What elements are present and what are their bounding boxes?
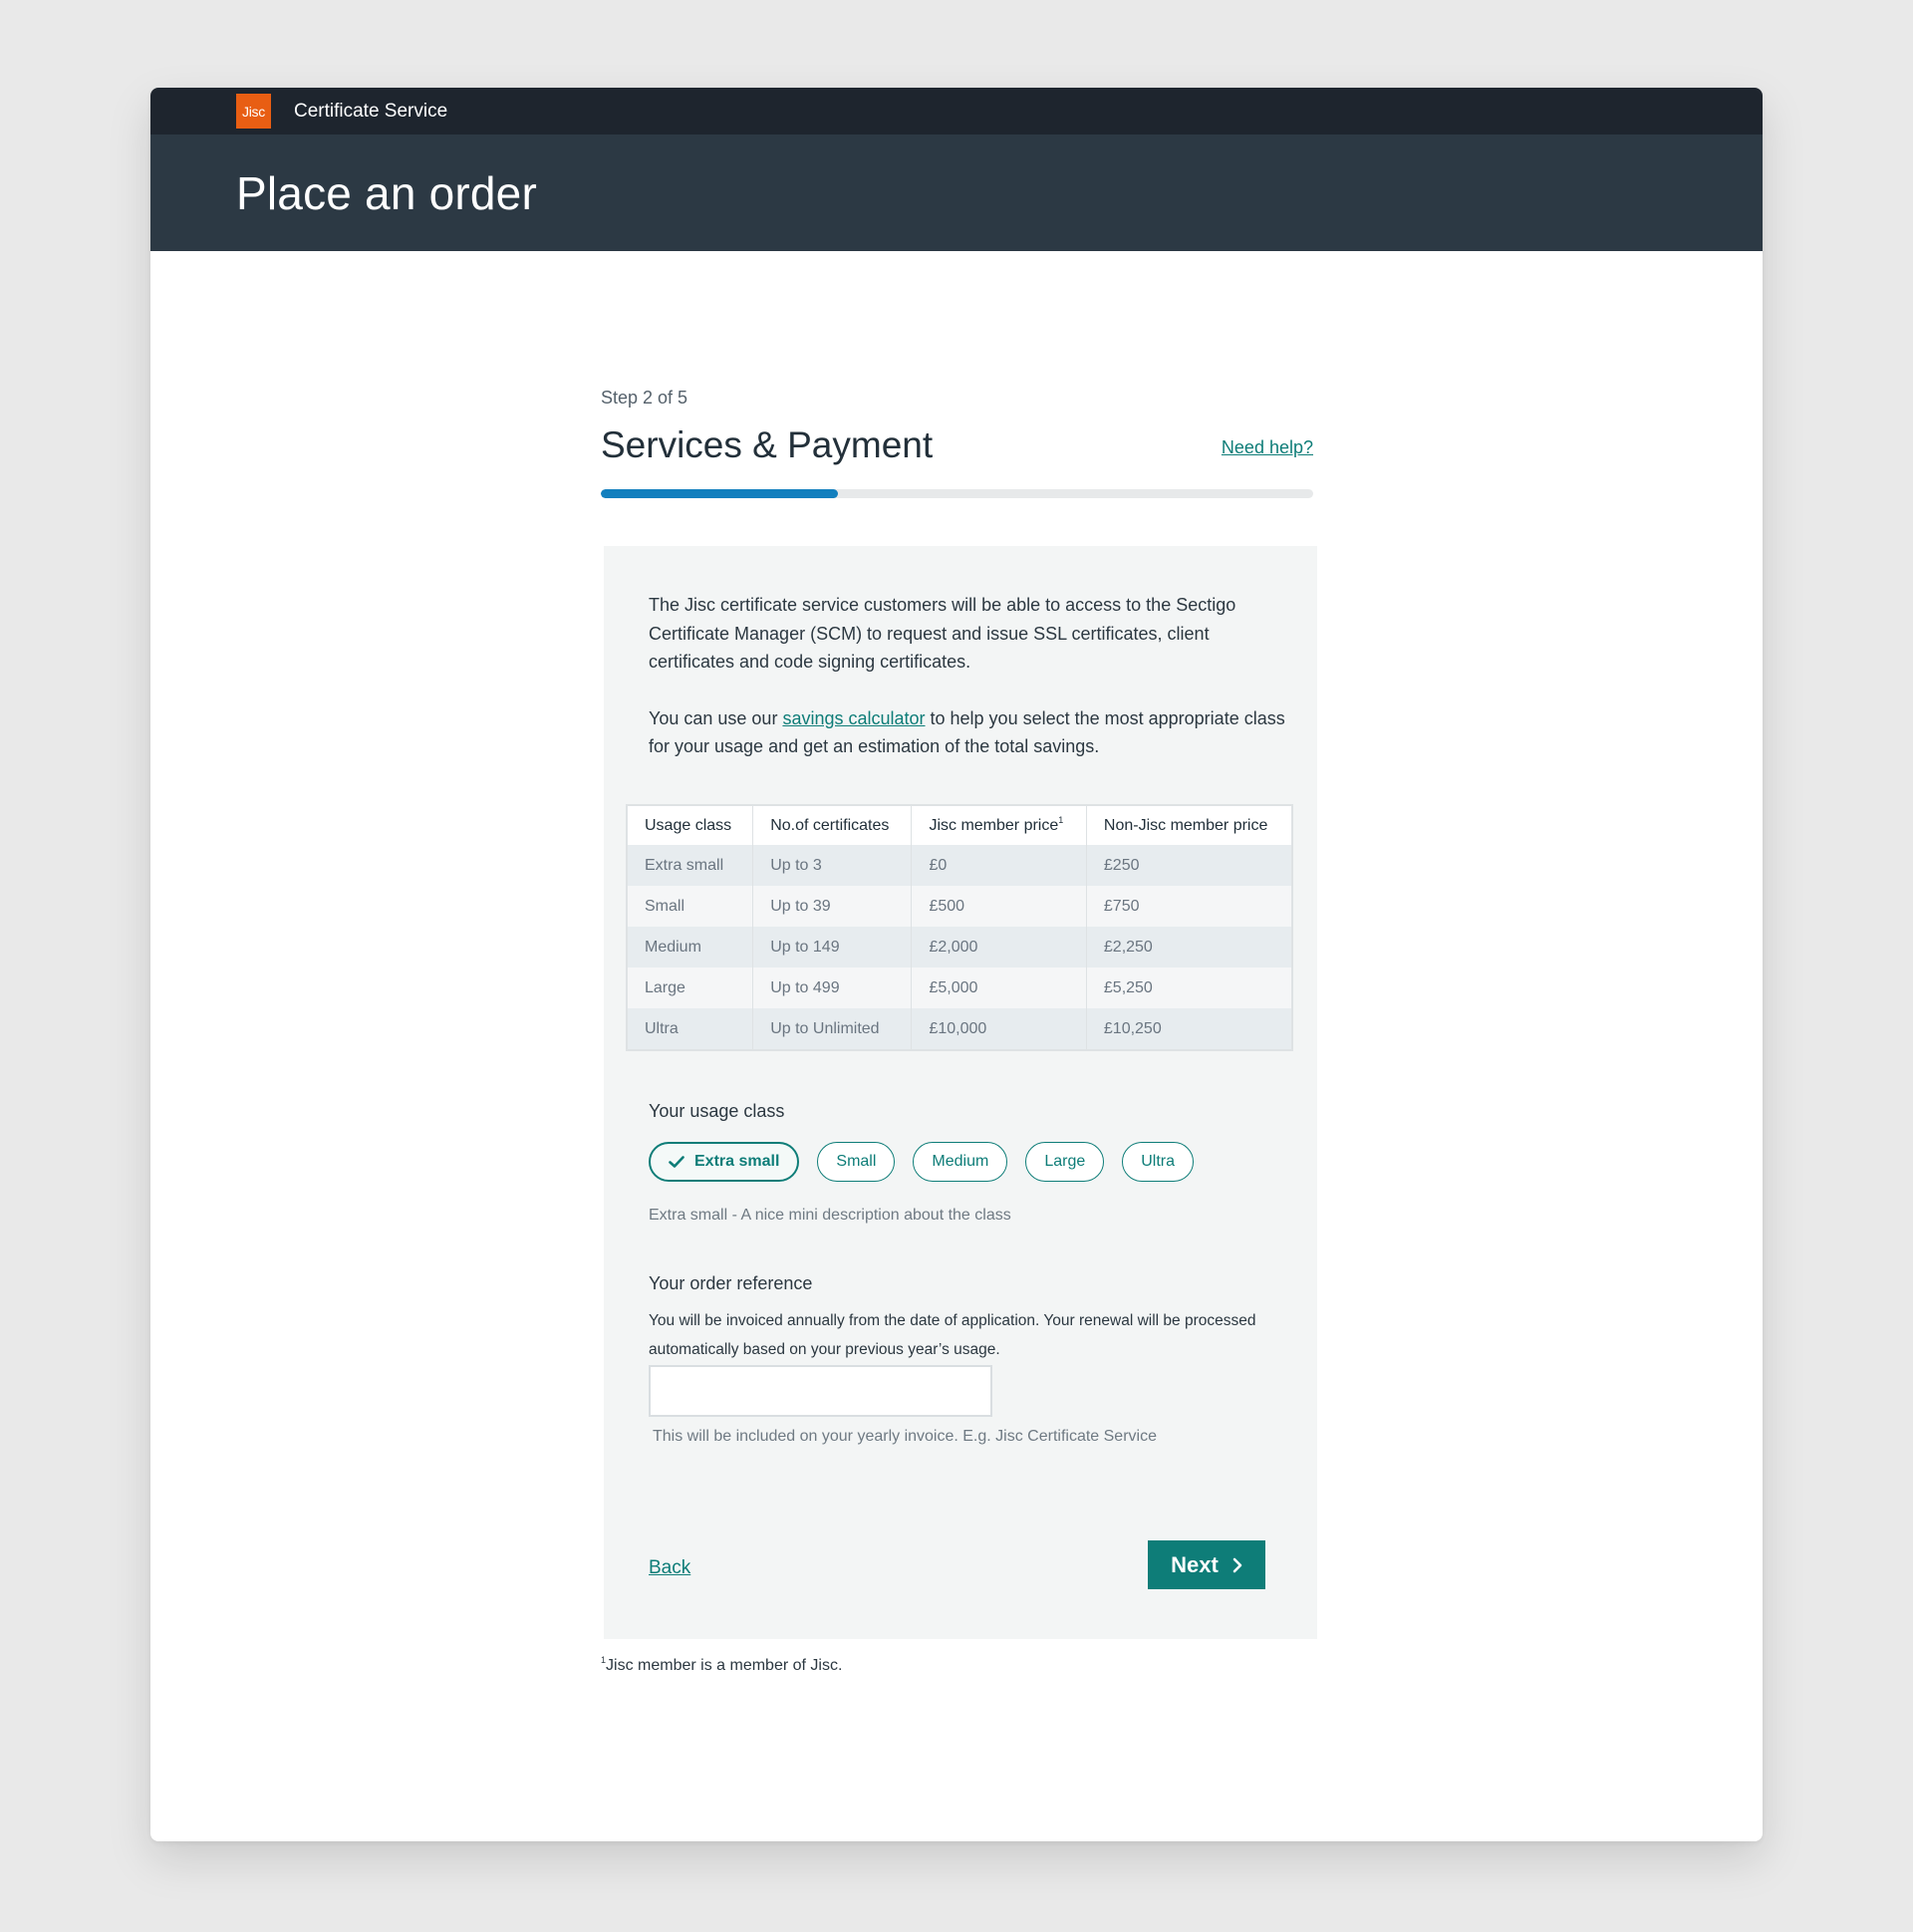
table-cell: Extra small (627, 845, 754, 886)
usage-option-ultra[interactable]: Ultra (1122, 1142, 1195, 1182)
table-cell: Ultra (627, 1008, 754, 1050)
table-cell: £750 (1086, 886, 1292, 927)
usage-option-large[interactable]: Large (1025, 1142, 1105, 1182)
footnote-marker: 1 (601, 1655, 607, 1665)
intro-text-prefix: You can use our (649, 707, 783, 728)
column-header-jisc-price: Jisc member price1 (911, 805, 1087, 845)
table-cell: Small (627, 886, 754, 927)
table-cell: £5,000 (911, 967, 1087, 1008)
page-header: Place an order (150, 135, 1763, 251)
usage-class-description: Extra small - A nice mini description ab… (649, 1207, 1011, 1224)
need-help-link[interactable]: Need help? (1222, 437, 1313, 458)
footnote: 1Jisc member is a member of Jisc. (601, 1655, 843, 1675)
table-cell: £5,250 (1086, 967, 1292, 1008)
next-button-label: Next (1171, 1551, 1219, 1577)
savings-calculator-link[interactable]: savings calculator (782, 708, 925, 728)
table-cell: Up to Unlimited (752, 1008, 913, 1050)
table-cell: £10,250 (1086, 1008, 1292, 1050)
usage-option-medium[interactable]: Medium (913, 1142, 1008, 1182)
intro-text: The Jisc certificate service customers w… (649, 591, 1286, 789)
usage-option-label: Extra small (694, 1153, 780, 1170)
table-cell: £250 (1086, 845, 1292, 886)
intro-paragraph-calculator: You can use our savings calculator to he… (649, 704, 1286, 761)
table-cell: £10,000 (911, 1008, 1087, 1050)
next-button[interactable]: Next (1148, 1540, 1265, 1589)
table-header-row: Usage class No.of certificates Jisc memb… (627, 805, 1292, 845)
footnote-marker: 1 (1058, 814, 1064, 825)
usage-class-options: Extra small Small Medium Large Ultra (649, 1142, 1195, 1182)
table-cell: Up to 499 (752, 967, 913, 1008)
table-cell: £2,250 (1086, 927, 1292, 967)
column-header: No.of certificates (752, 805, 913, 845)
table-row: Ultra Up to Unlimited £10,000 £10,250 (627, 1008, 1292, 1050)
step-indicator: Step 2 of 5 (601, 388, 688, 408)
table-row: Extra small Up to 3 £0 £250 (627, 845, 1292, 886)
table-cell: Large (627, 967, 754, 1008)
check-icon (669, 1156, 684, 1168)
app-window: Jisc Certificate Service Place an order … (150, 88, 1763, 1841)
usage-option-extra-small[interactable]: Extra small (649, 1142, 800, 1182)
form-panel: The Jisc certificate service customers w… (604, 546, 1317, 1639)
table-row: Large Up to 499 £5,000 £5,250 (627, 967, 1292, 1008)
table-cell: Up to 3 (752, 845, 913, 886)
table-row: Medium Up to 149 £2,000 £2,250 (627, 927, 1292, 967)
column-header-label: Jisc member price (929, 816, 1059, 834)
order-reference-help: You will be invoiced annually from the d… (649, 1312, 1256, 1358)
table-cell: Up to 149 (752, 927, 913, 967)
usage-class-label: Your usage class (649, 1101, 785, 1121)
table-cell: £2,000 (911, 927, 1087, 967)
order-reference-input[interactable] (649, 1365, 992, 1417)
top-bar: Jisc Certificate Service (150, 88, 1763, 135)
section-title: Services & Payment (601, 424, 934, 465)
footnote-text: Jisc member is a member of Jisc. (606, 1657, 843, 1674)
table-cell: Medium (627, 927, 754, 967)
usage-option-small[interactable]: Small (817, 1142, 896, 1182)
table-cell: Up to 39 (752, 886, 913, 927)
progress-bar (601, 489, 1313, 498)
pricing-table: Usage class No.of certificates Jisc memb… (626, 804, 1293, 1051)
table-cell: £500 (911, 886, 1087, 927)
order-reference-hint: This will be included on your yearly inv… (653, 1428, 1157, 1445)
back-link[interactable]: Back (649, 1557, 690, 1579)
table-cell: £0 (911, 845, 1087, 886)
column-header: Usage class (627, 805, 754, 845)
progress-bar-fill (601, 489, 839, 498)
intro-paragraph: The Jisc certificate service customers w… (649, 595, 1236, 672)
order-reference-label: Your order reference (649, 1273, 813, 1293)
chevron-right-icon (1232, 1557, 1242, 1572)
jisc-logo[interactable]: Jisc (236, 94, 271, 129)
column-header: Non-Jisc member price (1086, 805, 1292, 845)
page-title: Place an order (236, 166, 537, 219)
service-name[interactable]: Certificate Service (294, 101, 447, 123)
table-row: Small Up to 39 £500 £750 (627, 886, 1292, 927)
